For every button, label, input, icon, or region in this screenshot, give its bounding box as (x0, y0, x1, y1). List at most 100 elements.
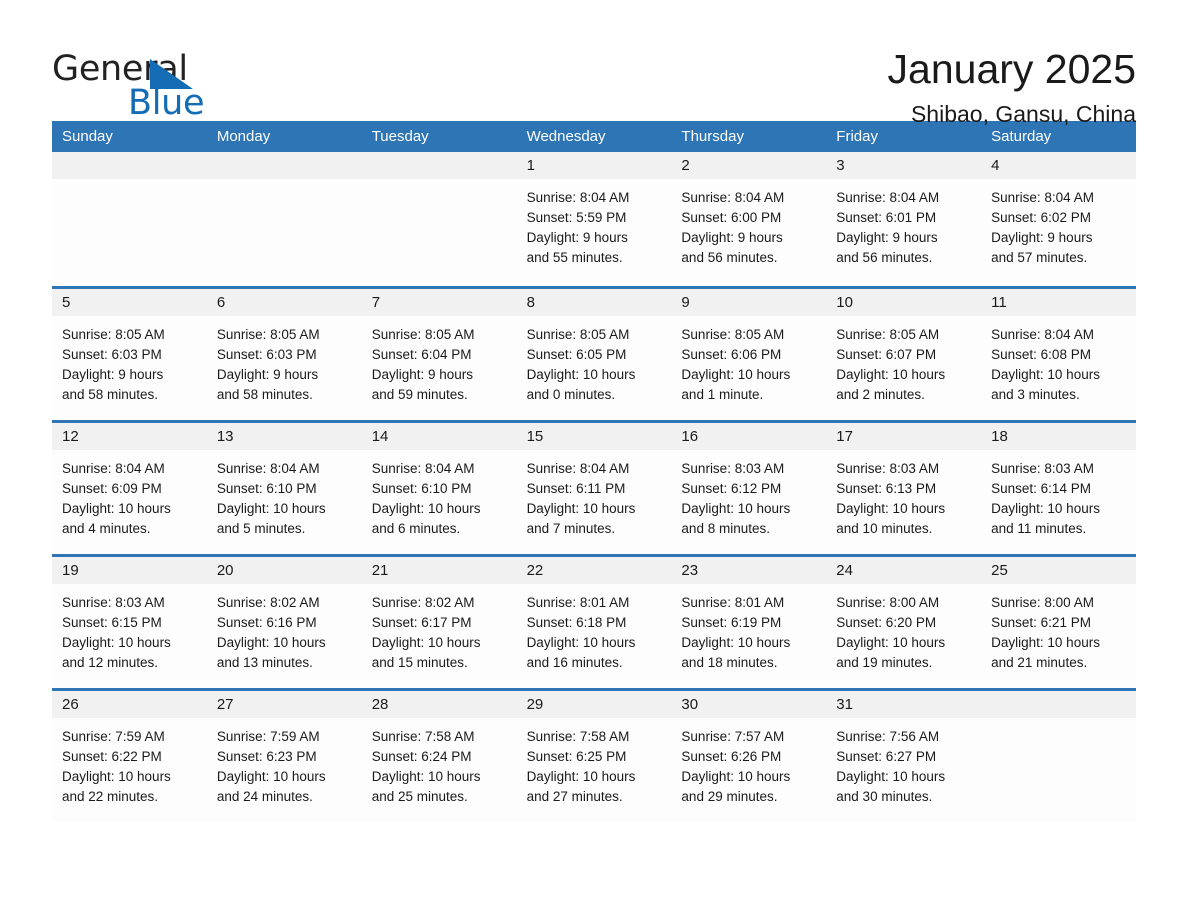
day-detail-line: Sunset: 6:17 PM (371, 615, 472, 630)
weekday-header-sunday: Sunday (62, 128, 113, 145)
day-number (981, 691, 1136, 718)
day-detail-line: and 30 minutes. (836, 789, 933, 804)
calendar-day-cell[interactable]: 26 Sunrise: 7:59 AM Sunset: 6:22 PM Dayligh… (52, 691, 207, 822)
day-detail-line: Daylight: 10 hours (62, 769, 171, 784)
day-details: Sunrise: 8:03 AM Sunset: 6:13 PM Daylight:… (826, 450, 981, 539)
day-detail-line: Sunrise: 8:05 AM (681, 327, 785, 342)
weekday-header-friday: Friday (836, 128, 878, 145)
day-detail-line: Sunrise: 8:03 AM (991, 461, 1094, 476)
day-detail-line: Sunrise: 8:02 AM (216, 595, 320, 610)
day-detail-line: and 29 minutes. (681, 789, 778, 804)
calendar-day-cell[interactable]: 11 Sunrise: 8:04 AM Sunset: 6:08 PM Dayligh… (981, 289, 1136, 420)
day-detail-line: Sunset: 6:26 PM (681, 749, 782, 764)
calendar-day-cell[interactable]: 12 Sunrise: 8:04 AM Sunset: 6:09 PM Dayligh… (52, 423, 207, 554)
day-detail-line: Daylight: 10 hours (371, 769, 481, 784)
calendar-day-cell[interactable]: 23 Sunrise: 8:01 AM Sunset: 6:19 PM Dayligh… (671, 557, 827, 688)
day-detail-line: Sunrise: 7:59 AM (62, 729, 165, 744)
day-detail-line: and 27 minutes. (526, 789, 623, 804)
day-detail-line: Sunset: 6:12 PM (681, 481, 782, 496)
day-detail-line: and 18 minutes. (681, 655, 778, 670)
day-detail-line: Daylight: 9 hours (681, 230, 783, 245)
day-detail-line: Daylight: 10 hours (991, 501, 1100, 516)
day-detail-line: Sunrise: 8:01 AM (526, 595, 630, 610)
weekday-header-wednesday: Wednesday (526, 128, 606, 145)
day-detail-line: Daylight: 10 hours (681, 367, 791, 382)
calendar-day-cell[interactable]: 16 Sunrise: 8:03 AM Sunset: 6:12 PM Dayligh… (671, 423, 827, 554)
day-detail-line: Daylight: 10 hours (836, 635, 946, 650)
day-detail-line: Sunset: 6:24 PM (371, 749, 472, 764)
day-number: 7 (361, 289, 517, 316)
calendar-day-cell[interactable]: 25 Sunrise: 8:00 AM Sunset: 6:21 PM Dayligh… (981, 557, 1136, 688)
calendar-day-cell[interactable]: 21 Sunrise: 8:02 AM Sunset: 6:17 PM Dayligh… (361, 557, 517, 688)
calendar-day-cell[interactable]: 6 Sunrise: 8:05 AM Sunset: 6:03 PM Daylight… (206, 289, 362, 420)
calendar-day-cell[interactable]: 13 Sunrise: 8:04 AM Sunset: 6:10 PM Dayligh… (206, 423, 362, 554)
calendar-day-cell[interactable]: 14 Sunrise: 8:04 AM Sunset: 6:10 PM Dayligh… (361, 423, 517, 554)
day-detail-line: Sunset: 6:08 PM (991, 347, 1091, 362)
calendar-day-cell[interactable]: 18 Sunrise: 8:03 AM Sunset: 6:14 PM Dayligh… (981, 423, 1136, 554)
day-details: Sunrise: 8:04 AM Sunset: 6:10 PM Daylight:… (362, 450, 517, 539)
day-detail-line: Sunrise: 8:04 AM (62, 461, 165, 476)
day-number: 30 (671, 691, 827, 718)
general-blue-logo[interactable]: General Blue (52, 46, 205, 121)
day-number: 28 (361, 691, 517, 718)
day-details: Sunrise: 8:04 AM Sunset: 6:02 PM Daylight:… (981, 179, 1136, 268)
calendar-day-cell[interactable]: 19 Sunrise: 8:03 AM Sunset: 6:15 PM Dayligh… (52, 557, 207, 688)
day-detail-line: Sunrise: 8:04 AM (681, 190, 785, 205)
day-number (361, 152, 517, 179)
day-detail-line: and 8 minutes. (681, 521, 770, 536)
day-number: 31 (826, 691, 982, 718)
day-details: Sunrise: 8:05 AM Sunset: 6:05 PM Daylight:… (517, 316, 672, 405)
day-detail-line: Sunrise: 8:01 AM (681, 595, 785, 610)
calendar-day-cell[interactable]: 27 Sunrise: 7:59 AM Sunset: 6:23 PM Dayligh… (206, 691, 362, 822)
title-block: January 2025 Shibao, Gansu, China (202, 46, 1136, 129)
day-detail-line: Sunset: 6:13 PM (836, 481, 937, 496)
calendar-day-cell[interactable]: 3 Sunrise: 8:04 AM Sunset: 6:01 PM Daylight… (826, 152, 982, 286)
calendar-day-cell[interactable]: 1 Sunrise: 8:04 AM Sunset: 5:59 PM Daylight… (516, 152, 672, 286)
day-detail-line: Sunset: 6:06 PM (681, 347, 782, 362)
calendar-day-cell[interactable]: 2 Sunrise: 8:04 AM Sunset: 6:00 PM Daylight… (671, 152, 827, 286)
calendar-day-cell[interactable]: 29 Sunrise: 7:58 AM Sunset: 6:25 PM Dayligh… (516, 691, 672, 822)
weekday-header-monday: Monday (216, 128, 271, 145)
calendar-day-cell[interactable]: 8 Sunrise: 8:05 AM Sunset: 6:05 PM Daylight… (516, 289, 672, 420)
day-detail-line: Daylight: 10 hours (526, 635, 636, 650)
calendar-day-cell[interactable]: 31 Sunrise: 7:56 AM Sunset: 6:27 PM Dayligh… (826, 691, 982, 822)
day-detail-line: Sunset: 6:18 PM (526, 615, 627, 630)
day-detail-line: Sunset: 6:11 PM (526, 481, 626, 496)
calendar-grid: Sunday Monday Tuesday Wednesday Thursday Frid… (52, 121, 1136, 822)
calendar-day-cell[interactable]: 5 Sunrise: 8:05 AM Sunset: 6:03 PM Daylight… (52, 289, 207, 420)
day-detail-line: and 7 minutes. (526, 521, 616, 536)
calendar-day-cell[interactable]: 9 Sunrise: 8:05 AM Sunset: 6:06 PM Daylight… (671, 289, 827, 420)
day-details: Sunrise: 7:58 AM Sunset: 6:24 PM Daylight:… (362, 718, 517, 807)
day-detail-line: and 56 minutes. (681, 250, 778, 265)
day-detail-line: Sunrise: 7:56 AM (836, 729, 940, 744)
calendar-day-cell[interactable]: 7 Sunrise: 8:05 AM Sunset: 6:04 PM Daylight… (361, 289, 517, 420)
calendar-day-cell[interactable]: 10 Sunrise: 8:05 AM Sunset: 6:07 PM Dayligh… (826, 289, 982, 420)
day-details (981, 718, 1136, 727)
calendar-day-cell[interactable]: 22 Sunrise: 8:01 AM Sunset: 6:18 PM Dayligh… (516, 557, 672, 688)
day-detail-line: Sunset: 6:04 PM (371, 347, 472, 362)
day-detail-line: Sunset: 6:21 PM (991, 615, 1091, 630)
day-number: 10 (826, 289, 982, 316)
calendar-day-cell[interactable]: 15 Sunrise: 8:04 AM Sunset: 6:11 PM Dayligh… (516, 423, 672, 554)
day-details: Sunrise: 8:04 AM Sunset: 6:10 PM Daylight:… (207, 450, 362, 539)
calendar-day-cell[interactable]: 17 Sunrise: 8:03 AM Sunset: 6:13 PM Dayligh… (826, 423, 982, 554)
day-details: Sunrise: 8:03 AM Sunset: 6:12 PM Daylight:… (671, 450, 826, 539)
weekday-header-thursday: Thursday (681, 128, 744, 145)
day-detail-line: Sunset: 6:19 PM (681, 615, 782, 630)
calendar-day-cell[interactable]: 4 Sunrise: 8:04 AM Sunset: 6:02 PM Daylight… (981, 152, 1136, 286)
calendar-empty-cell (361, 152, 517, 286)
day-detail-line: Sunset: 6:14 PM (991, 481, 1091, 496)
day-detail-line: and 3 minutes. (991, 387, 1080, 402)
day-detail-line: and 10 minutes. (836, 521, 933, 536)
day-detail-line: and 13 minutes. (216, 655, 313, 670)
calendar-day-cell[interactable]: 28 Sunrise: 7:58 AM Sunset: 6:24 PM Dayligh… (361, 691, 517, 822)
calendar-day-cell[interactable]: 20 Sunrise: 8:02 AM Sunset: 6:16 PM Dayligh… (206, 557, 362, 688)
day-detail-line: and 57 minutes. (991, 250, 1088, 265)
calendar-day-cell[interactable]: 24 Sunrise: 8:00 AM Sunset: 6:20 PM Dayligh… (826, 557, 982, 688)
day-detail-line: and 55 minutes. (526, 250, 623, 265)
calendar-day-cell[interactable]: 30 Sunrise: 7:57 AM Sunset: 6:26 PM Dayligh… (671, 691, 827, 822)
day-detail-line: Daylight: 10 hours (836, 367, 946, 382)
day-details: Sunrise: 8:05 AM Sunset: 6:07 PM Daylight:… (826, 316, 981, 405)
day-detail-line: and 5 minutes. (216, 521, 306, 536)
day-detail-line: and 1 minute. (681, 387, 764, 402)
